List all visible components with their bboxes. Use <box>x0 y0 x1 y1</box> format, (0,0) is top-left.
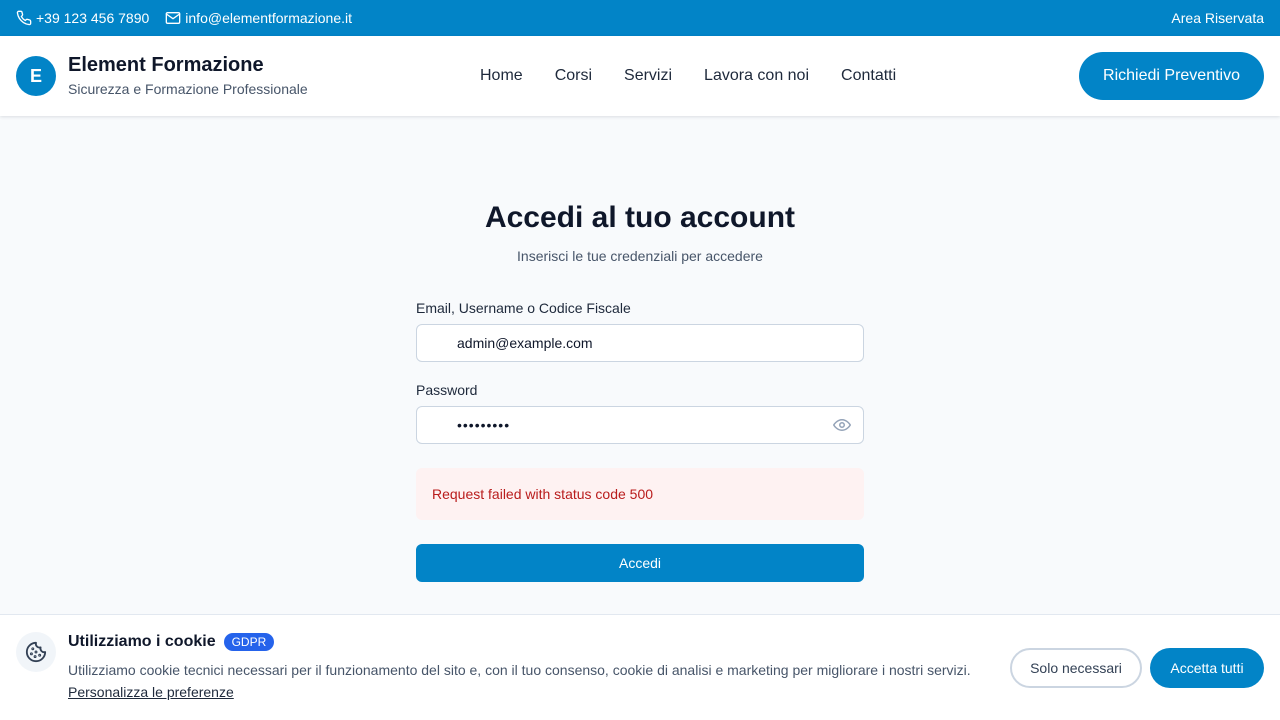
eye-icon[interactable] <box>833 416 851 434</box>
brand-tagline: Sicurezza e Formazione Professionale <box>68 81 308 97</box>
username-input[interactable]: admin@example.com <box>416 324 864 362</box>
logo[interactable]: E <box>16 56 56 96</box>
phone-number: +39 123 456 7890 <box>36 10 150 26</box>
gdpr-badge: GDPR <box>223 633 275 651</box>
main-nav: Home Corsi Servizi Lavora con noi Contat… <box>480 36 928 116</box>
nav-corsi[interactable]: Corsi <box>555 67 592 85</box>
email-contact[interactable]: info@elementformazione.it <box>165 10 352 26</box>
cookie-banner: Utilizziamo i cookie GDPR Utilizziamo co… <box>0 614 1280 720</box>
page-subtitle: Inserisci le tue credenziali per acceder… <box>517 248 763 264</box>
cookie-title-row: Utilizziamo i cookie GDPR <box>68 633 275 651</box>
cookie-icon <box>16 632 56 672</box>
site-header: E Element Formazione Sicurezza e Formazi… <box>0 36 1280 116</box>
cookie-description: Utilizziamo cookie tecnici necessari per… <box>68 659 978 703</box>
login-button[interactable]: Accedi <box>416 544 864 582</box>
brand[interactable]: Element Formazione Sicurezza e Formazion… <box>68 53 308 99</box>
nav-home[interactable]: Home <box>480 67 523 85</box>
cookie-title: Utilizziamo i cookie <box>68 633 216 650</box>
page-title: Accedi al tuo account <box>484 201 796 234</box>
username-label: Email, Username o Codice Fiscale <box>416 300 631 316</box>
email-address: info@elementformazione.it <box>185 10 353 26</box>
brand-name: Element Formazione <box>68 54 264 76</box>
necessary-only-button[interactable]: Solo necessari <box>1010 648 1142 688</box>
error-alert: Request failed with status code 500 <box>416 468 864 520</box>
mail-icon <box>165 12 181 24</box>
accept-all-button[interactable]: Accetta tutti <box>1150 648 1264 688</box>
logo-letter: E <box>29 65 42 86</box>
password-input[interactable]: ••••••••• <box>416 406 864 444</box>
nav-lavora-con-noi[interactable]: Lavora con noi <box>704 67 809 85</box>
cookie-text: Utilizziamo cookie tecnici necessari per… <box>68 662 971 678</box>
password-value: ••••••••• <box>457 417 511 433</box>
password-label: Password <box>416 382 478 398</box>
phone-contact[interactable]: +39 123 456 7890 <box>16 10 149 26</box>
request-quote-button[interactable]: Richiedi Preventivo <box>1079 52 1264 100</box>
nav-contatti[interactable]: Contatti <box>841 67 896 85</box>
cookie-preferences-link[interactable]: Personalizza le preferenze <box>68 684 234 700</box>
reserved-area-link[interactable]: Area Riservata <box>1171 10 1264 26</box>
username-value: admin@example.com <box>457 335 593 351</box>
nav-servizi[interactable]: Servizi <box>624 67 672 85</box>
login-form: Accedi al tuo account Inserisci le tue c… <box>416 198 864 582</box>
top-bar: +39 123 456 7890 info@elementformazione.… <box>0 0 1280 36</box>
phone-icon <box>16 10 32 26</box>
